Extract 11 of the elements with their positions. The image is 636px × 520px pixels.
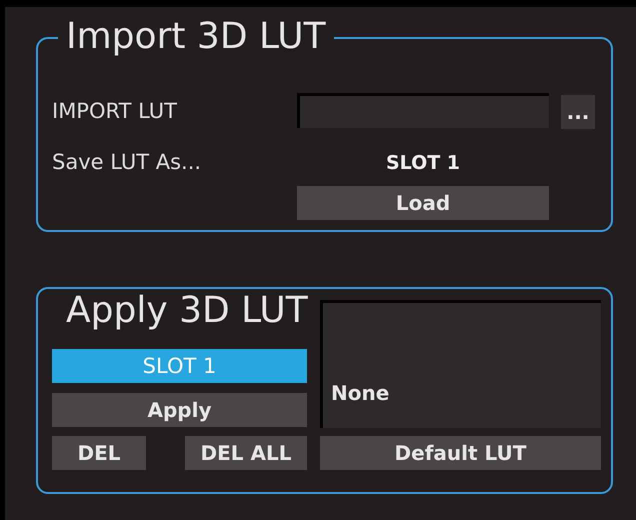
load-button[interactable]: Load	[297, 186, 549, 220]
browse-button[interactable]: ...	[561, 95, 595, 129]
slot-value: SLOT 1	[384, 151, 462, 176]
delete-button[interactable]: DEL	[52, 436, 146, 470]
save-label: Save LUT As...	[52, 149, 202, 176]
import-label: IMPORT LUT	[52, 98, 177, 125]
delete-all-button[interactable]: DEL ALL	[185, 436, 307, 470]
input-field[interactable]	[297, 93, 549, 128]
default-lut-button[interactable]: Default LUT	[320, 436, 601, 470]
lut-name: None	[331, 380, 390, 407]
apply-button[interactable]: Apply	[52, 393, 307, 427]
